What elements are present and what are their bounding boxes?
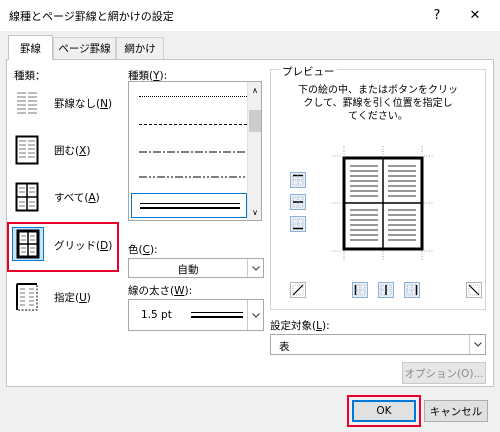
close-icon: ✕ <box>469 7 481 23</box>
border-diagonal-up-button[interactable] <box>466 282 482 298</box>
diagonal-up-icon <box>292 284 304 296</box>
preview-canvas[interactable] <box>332 146 434 261</box>
tab-borders[interactable]: 罫線 <box>8 35 53 60</box>
border-right-button[interactable] <box>404 282 420 298</box>
width-dropdown[interactable]: 1.5 pt <box>128 299 264 331</box>
style-list-scrollbar[interactable]: ∧ ∨ <box>247 82 261 220</box>
line-style-dashed[interactable] <box>139 124 247 125</box>
border-inside-vertical-button[interactable] <box>378 282 394 298</box>
tab-shading[interactable]: 網かけ <box>116 37 164 59</box>
setting-box-label: 囲む <box>54 145 75 157</box>
line-style-list[interactable]: ∧ ∨ <box>128 81 262 221</box>
cancel-button[interactable]: キャンセル <box>424 400 488 422</box>
border-none-icon <box>13 87 41 119</box>
setting-custom-label: 指定 <box>54 292 75 304</box>
preview-label: プレビュー <box>280 64 337 79</box>
title-bar: 線種とページ罫線と網かけの設定 ? ✕ <box>0 0 500 31</box>
apply-to-dropdown[interactable]: 表 <box>270 334 486 355</box>
color-value: 自動 <box>177 264 199 276</box>
setting-box[interactable]: 囲む(X) <box>10 131 116 169</box>
tab-page-border[interactable]: ページ罫線 <box>53 37 116 59</box>
close-button[interactable]: ✕ <box>460 4 490 26</box>
color-dropdown[interactable]: 自動 <box>128 258 264 278</box>
border-top-button[interactable] <box>290 172 306 188</box>
scroll-up-icon[interactable]: ∧ <box>249 84 261 96</box>
grid-highlight-frame <box>7 222 119 272</box>
scroll-down-icon[interactable]: ∨ <box>249 206 261 218</box>
setting-all-label: すべて <box>54 192 85 204</box>
border-all-icon <box>13 181 41 213</box>
border-bottom-icon <box>292 218 304 230</box>
border-inside-vertical-icon <box>380 284 392 296</box>
setting-custom[interactable]: 指定(U) <box>10 278 116 316</box>
chevron-down-icon <box>469 335 485 354</box>
color-label: 色(C): <box>128 244 158 256</box>
apply-to-value: 表 <box>279 341 290 353</box>
width-value: 1.5 pt <box>141 309 172 321</box>
border-box-icon <box>13 134 41 166</box>
setting-none[interactable]: 罫線なし(N) <box>10 84 116 122</box>
options-button[interactable]: オプション(O)... <box>402 362 486 384</box>
width-label: 線の太さ(W): <box>128 285 193 297</box>
border-right-icon <box>406 284 418 296</box>
scroll-thumb[interactable] <box>249 110 261 132</box>
border-top-icon <box>292 174 304 186</box>
border-inside-horizontal-icon <box>292 196 304 208</box>
border-bottom-button[interactable] <box>290 216 306 232</box>
settings-label: 種類： <box>14 70 46 82</box>
setting-all[interactable]: すべて(A) <box>10 178 116 216</box>
border-left-button[interactable] <box>352 282 368 298</box>
apply-to-label: 設定対象(L): <box>270 320 330 332</box>
line-style-dotted[interactable] <box>139 96 247 97</box>
preview-instructions: 下の絵の中、またはボタンをクリッ クして、罫線を引く位置を指定し てください。 <box>298 85 458 122</box>
dialog-title: 線種とページ罫線と網かけの設定 <box>9 10 174 23</box>
chevron-down-icon <box>247 259 263 277</box>
chevron-down-icon <box>247 300 263 330</box>
border-left-icon <box>354 284 366 296</box>
help-icon: ? <box>433 7 441 23</box>
border-custom-icon <box>13 281 41 313</box>
setting-none-label: 罫線なし <box>54 98 96 110</box>
help-button[interactable]: ? <box>422 4 452 26</box>
line-style-double-selected[interactable] <box>131 193 247 218</box>
border-inside-horizontal-button[interactable] <box>290 194 306 210</box>
ok-highlight-frame <box>347 395 421 427</box>
border-diagonal-down-button[interactable] <box>290 282 306 298</box>
diagonal-down-icon <box>468 284 480 296</box>
